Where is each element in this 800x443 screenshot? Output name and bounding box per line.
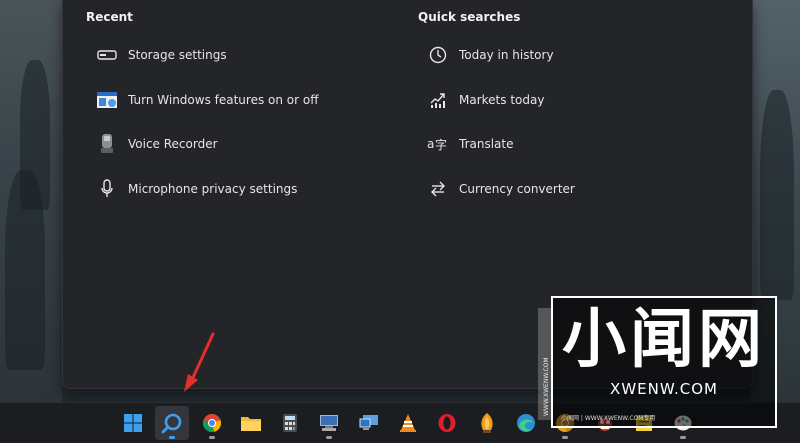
recent-item-label: Microphone privacy settings [128, 181, 298, 196]
recent-item-microphone-privacy[interactable]: Microphone privacy settings [96, 174, 319, 219]
opera-button[interactable] [430, 406, 464, 440]
quick-search-today-in-history[interactable]: Today in history [427, 40, 575, 85]
chart-icon [427, 89, 449, 111]
watermark-logo: 小闻网 XWENW.COM 小闻网 | WWW.XWENW.COM专用 [551, 296, 777, 428]
fl-studio-button[interactable] [470, 406, 504, 440]
chrome-icon [202, 414, 221, 433]
calculator-icon [283, 414, 298, 432]
search-icon [161, 413, 182, 434]
quick-search-label: Currency converter [459, 181, 575, 196]
network-button[interactable] [312, 406, 346, 440]
network-icon [320, 415, 339, 431]
recent-item-windows-features[interactable]: Turn Windows features on or off [96, 85, 319, 130]
annotation-arrow [184, 332, 215, 392]
recent-item-voice-recorder[interactable]: Voice Recorder [96, 129, 319, 174]
microphone-icon [96, 178, 118, 200]
watermark-site: XWENW.COM [610, 380, 718, 398]
opera-icon [438, 414, 456, 432]
quick-search-label: Today in history [459, 48, 554, 62]
remote-desktop-icon [359, 415, 378, 430]
file-explorer-button[interactable] [234, 406, 268, 440]
recent-heading: Recent [86, 10, 133, 24]
quick-search-currency-converter[interactable]: Currency converter [427, 174, 575, 219]
voice-recorder-icon [96, 133, 118, 155]
windows-features-icon [96, 89, 118, 111]
clock-icon [427, 44, 449, 66]
active-indicator [169, 436, 176, 439]
watermark-small-text: 小闻网 | WWW.XWENW.COM专用 [561, 415, 656, 422]
desktop-wallpaper-left [0, 0, 62, 403]
running-indicator [208, 436, 215, 439]
recent-item-label: Voice Recorder [128, 137, 218, 151]
translate-icon: a字 [427, 133, 449, 155]
start-button[interactable] [116, 406, 150, 440]
svg-text:a: a [427, 137, 434, 151]
chrome-button[interactable] [195, 406, 229, 440]
quick-search-translate[interactable]: a字 Translate [427, 129, 575, 174]
quick-searches-heading: Quick searches [418, 10, 521, 24]
storage-icon [96, 44, 118, 66]
quick-search-label: Markets today [459, 92, 545, 107]
calculator-button[interactable] [273, 406, 307, 440]
start-icon [124, 414, 142, 432]
running-indicator [680, 436, 687, 439]
svg-text:字: 字 [435, 137, 447, 152]
recent-item-label: Storage settings [128, 48, 227, 62]
vlc-button[interactable] [391, 406, 425, 440]
watermark-vertical-text: WWW.XWENW.COM [543, 357, 550, 416]
watermark-vertical-strip: WWW.XWENW.COM [538, 308, 552, 420]
watermark-title: 小闻网 [562, 303, 766, 377]
fl-studio-icon [481, 413, 493, 433]
search-button[interactable] [155, 406, 190, 440]
quick-search-label: Translate [459, 137, 514, 151]
quick-searches-list: Today in history Markets today a字 Transl… [427, 40, 575, 218]
recent-item-label: Turn Windows features on or off [128, 92, 319, 107]
running-indicator [326, 436, 333, 439]
edge-icon [516, 414, 535, 432]
remote-desktop-button[interactable] [352, 406, 386, 440]
recent-item-storage-settings[interactable]: Storage settings [96, 40, 319, 85]
swap-arrows-icon [427, 178, 449, 200]
recent-list: Storage settings Turn Windows features o… [96, 40, 319, 218]
file-explorer-icon [240, 417, 261, 431]
quick-search-markets-today[interactable]: Markets today [427, 85, 575, 130]
vlc-icon [400, 414, 417, 432]
running-indicator [562, 436, 569, 439]
